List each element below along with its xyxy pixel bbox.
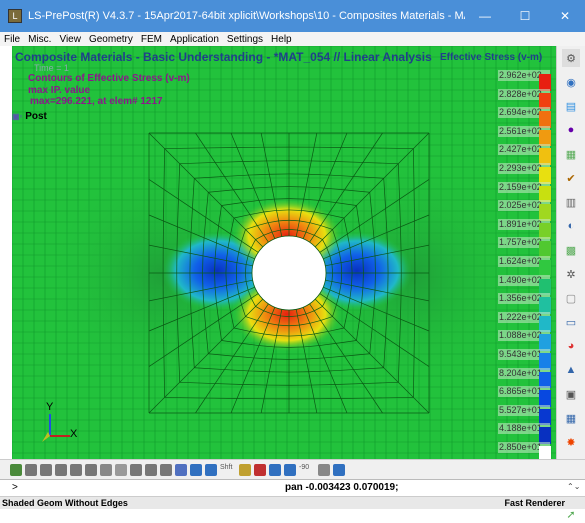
exit-icon[interactable] bbox=[333, 464, 345, 476]
status-left: Shaded Geom Without Edges bbox=[2, 498, 128, 508]
shift-icon[interactable]: Shft bbox=[220, 464, 236, 476]
title-bar: L LS-PrePost(R) V4.3.7 - 15Apr2017-64bit… bbox=[0, 0, 585, 32]
rotate-icon[interactable] bbox=[269, 464, 281, 476]
status-bar: Shaded Geom Without Edges Fast Renderer bbox=[0, 496, 585, 509]
tool-icon-9[interactable]: ▩ bbox=[562, 241, 580, 259]
node-icon[interactable] bbox=[100, 464, 112, 476]
graphics-viewport[interactable]: Composite Materials - Basic Understandin… bbox=[12, 46, 556, 459]
command-scroll-icon[interactable]: ⌃⌄ bbox=[567, 482, 579, 494]
view-icon[interactable] bbox=[205, 464, 217, 476]
axis-y-label: Y bbox=[46, 401, 53, 413]
tool-icon-10[interactable]: ✲ bbox=[562, 265, 580, 283]
close-button[interactable]: ✕ bbox=[545, 9, 585, 23]
minimize-button[interactable]: — bbox=[465, 9, 505, 23]
menu-view[interactable]: View bbox=[59, 34, 81, 45]
part-icon[interactable] bbox=[160, 464, 172, 476]
tool-icon-4[interactable]: ● bbox=[562, 121, 580, 139]
menu-fem[interactable]: FEM bbox=[141, 34, 162, 45]
bottom-toolbar: Shft -90 bbox=[0, 459, 585, 479]
iso-icon[interactable] bbox=[190, 464, 202, 476]
tool-icon-7[interactable]: ▥ bbox=[562, 193, 580, 211]
wire-icon[interactable] bbox=[55, 464, 67, 476]
tool-icon-15[interactable]: ▣ bbox=[562, 385, 580, 403]
tool-icon-17[interactable]: ✸ bbox=[562, 433, 580, 451]
cube2-icon[interactable] bbox=[145, 464, 157, 476]
max-ip-label: max IP. value bbox=[28, 85, 90, 96]
mesh-icon[interactable] bbox=[85, 464, 97, 476]
u-icon[interactable] bbox=[175, 464, 187, 476]
tool-icon-12[interactable]: ▭ bbox=[562, 313, 580, 331]
command-line[interactable]: > pan -0.003423 0.070019; ⌃⌄ bbox=[0, 479, 585, 496]
time-label: Time = 1 bbox=[34, 63, 69, 73]
tool-icon-5[interactable]: ▦ bbox=[562, 145, 580, 163]
ninety-icon[interactable]: -90 bbox=[299, 464, 315, 476]
model-icon[interactable] bbox=[10, 464, 22, 476]
fringe-plot bbox=[12, 46, 556, 459]
menu-settings[interactable]: Settings bbox=[227, 34, 263, 45]
left-gutter bbox=[0, 46, 12, 460]
elem-icon[interactable] bbox=[115, 464, 127, 476]
contour-label: Contours of Effective Stress (v-m) bbox=[28, 73, 190, 84]
command-echo: pan -0.003423 0.070019; bbox=[285, 482, 398, 493]
edge-icon[interactable] bbox=[70, 464, 82, 476]
shaded-icon[interactable] bbox=[40, 464, 52, 476]
sphere-icon[interactable] bbox=[25, 464, 37, 476]
tool-icon[interactable] bbox=[318, 464, 330, 476]
plot-title: Composite Materials - Basic Understandin… bbox=[15, 50, 432, 64]
post-icon: ▣▫ bbox=[12, 112, 22, 121]
app-icon: L bbox=[8, 9, 22, 23]
maximize-button[interactable]: ☐ bbox=[505, 9, 545, 23]
tool-icon-14[interactable]: ▲ bbox=[562, 361, 580, 379]
tool-icon-2[interactable]: ◉ bbox=[562, 73, 580, 91]
tool-icon-6[interactable]: ✔ bbox=[562, 169, 580, 187]
tool-icon-3[interactable]: ▤ bbox=[562, 97, 580, 115]
zoom-icon[interactable] bbox=[254, 464, 266, 476]
tool-icon-11[interactable]: ▢ bbox=[562, 289, 580, 307]
tool-icon-13[interactable]: ◕ bbox=[562, 337, 580, 355]
menu-application[interactable]: Application bbox=[170, 34, 219, 45]
menu-file[interactable]: File bbox=[4, 34, 20, 45]
menu-geometry[interactable]: Geometry bbox=[89, 34, 133, 45]
axis-x-label: X bbox=[70, 428, 77, 440]
plus-icon[interactable] bbox=[239, 464, 251, 476]
status-right: Fast Renderer bbox=[504, 498, 565, 508]
menu-misc[interactable]: Misc. bbox=[28, 34, 51, 45]
max-info-label: max=296.221, at elem# 1217 bbox=[30, 96, 163, 107]
legend-title: Effective Stress (v-m) bbox=[440, 52, 542, 63]
tool-icon-1[interactable]: ⚙ bbox=[562, 49, 580, 67]
menu-help[interactable]: Help bbox=[271, 34, 292, 45]
tool-icon-16[interactable]: ▦ bbox=[562, 409, 580, 427]
post-label: ▣▫ Post bbox=[12, 111, 47, 122]
fringe-icon[interactable] bbox=[284, 464, 296, 476]
command-prompt: > bbox=[12, 482, 18, 493]
window-title: LS-PrePost(R) V4.3.7 - 15Apr2017-64bit x… bbox=[28, 10, 465, 22]
menu-bar: File Misc. View Geometry FEM Application… bbox=[0, 32, 585, 46]
cube-icon[interactable] bbox=[130, 464, 142, 476]
tool-icon-8[interactable]: ◐ bbox=[562, 217, 580, 235]
right-toolbar: ⚙ ◉ ▤ ● ▦ ✔ ▥ ◐ ▩ ✲ ▢ ▭ ◕ ▲ ▣ ▦ ✸ ✎ ♙ ➚ bbox=[556, 46, 585, 460]
legend-swatch bbox=[539, 446, 551, 459]
